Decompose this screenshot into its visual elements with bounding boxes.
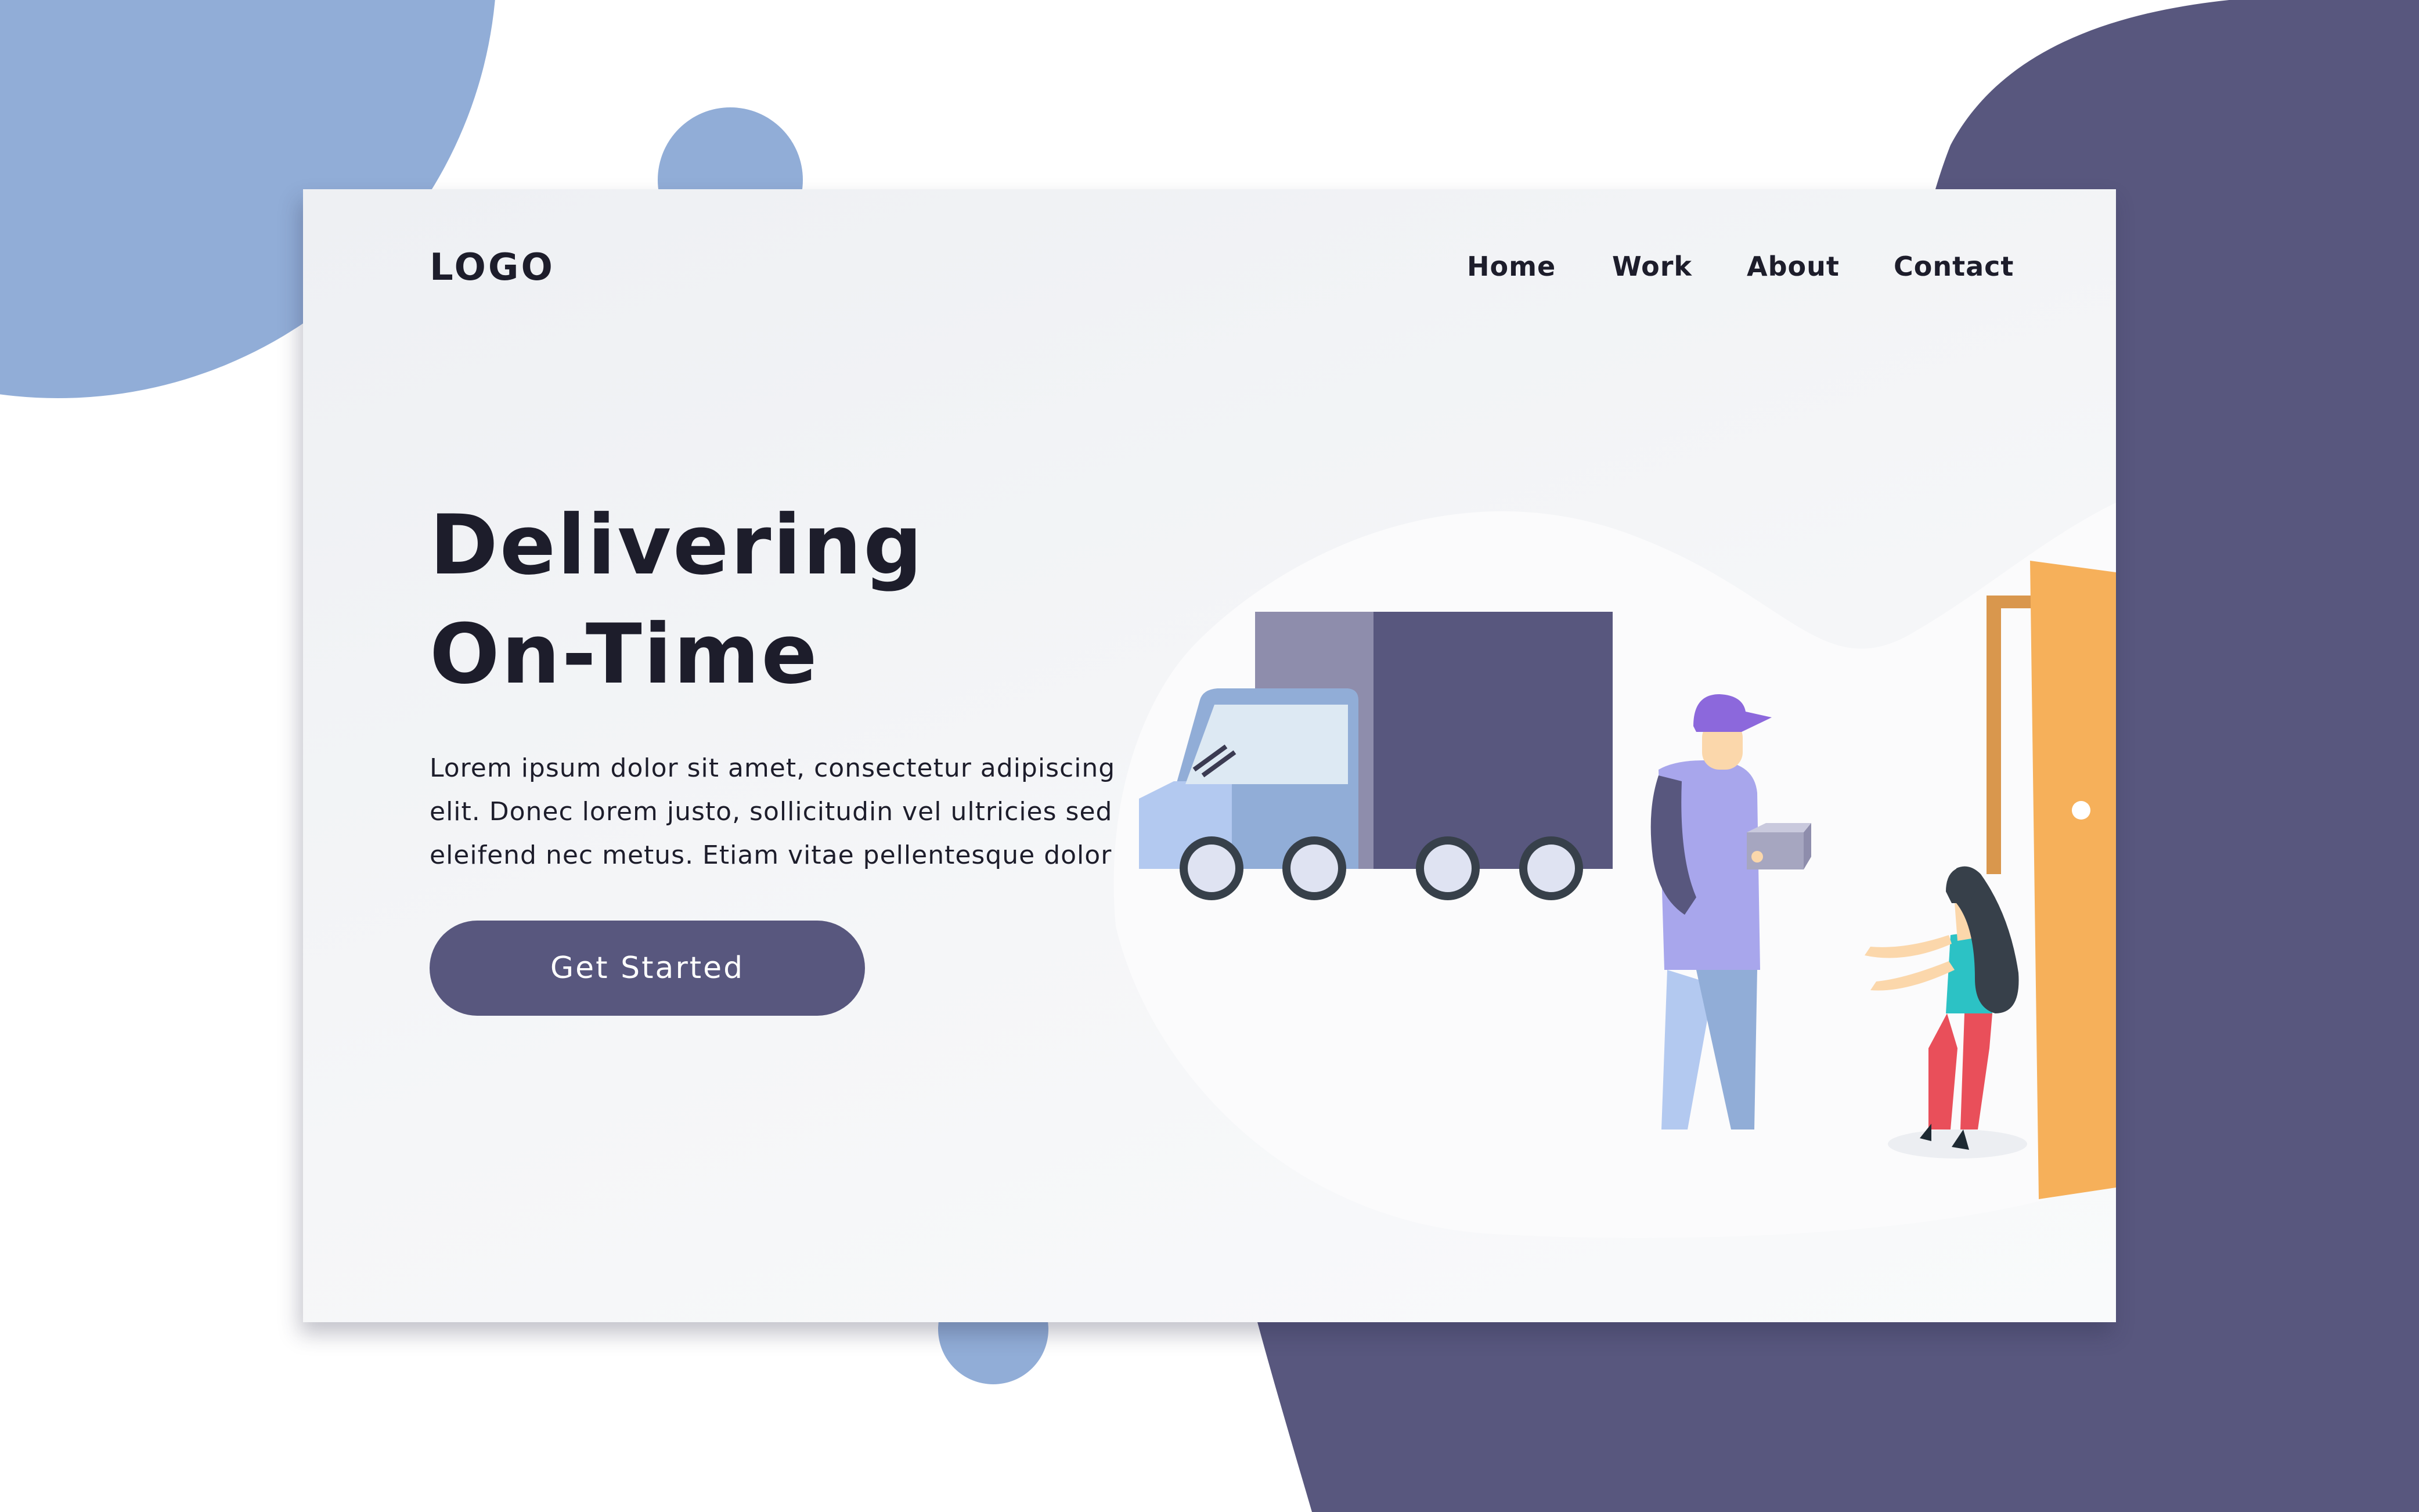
- parcel-box-icon: [1747, 823, 1811, 869]
- hero-title: Delivering On-Time: [430, 491, 924, 709]
- customer-woman-icon: [1865, 866, 2027, 1159]
- delivery-illustration: [1139, 561, 2116, 1199]
- landing-card: LOGO Home Work About Contact Delivering …: [303, 189, 2116, 1322]
- get-started-button[interactable]: Get Started: [430, 921, 865, 1016]
- courier-person-icon: [1650, 694, 1772, 1130]
- hero-title-line-1: Delivering: [430, 497, 924, 593]
- open-door-icon: [1987, 561, 2116, 1199]
- hero-title-line-2: On-Time: [430, 607, 819, 702]
- delivery-truck-icon: [1139, 612, 1613, 900]
